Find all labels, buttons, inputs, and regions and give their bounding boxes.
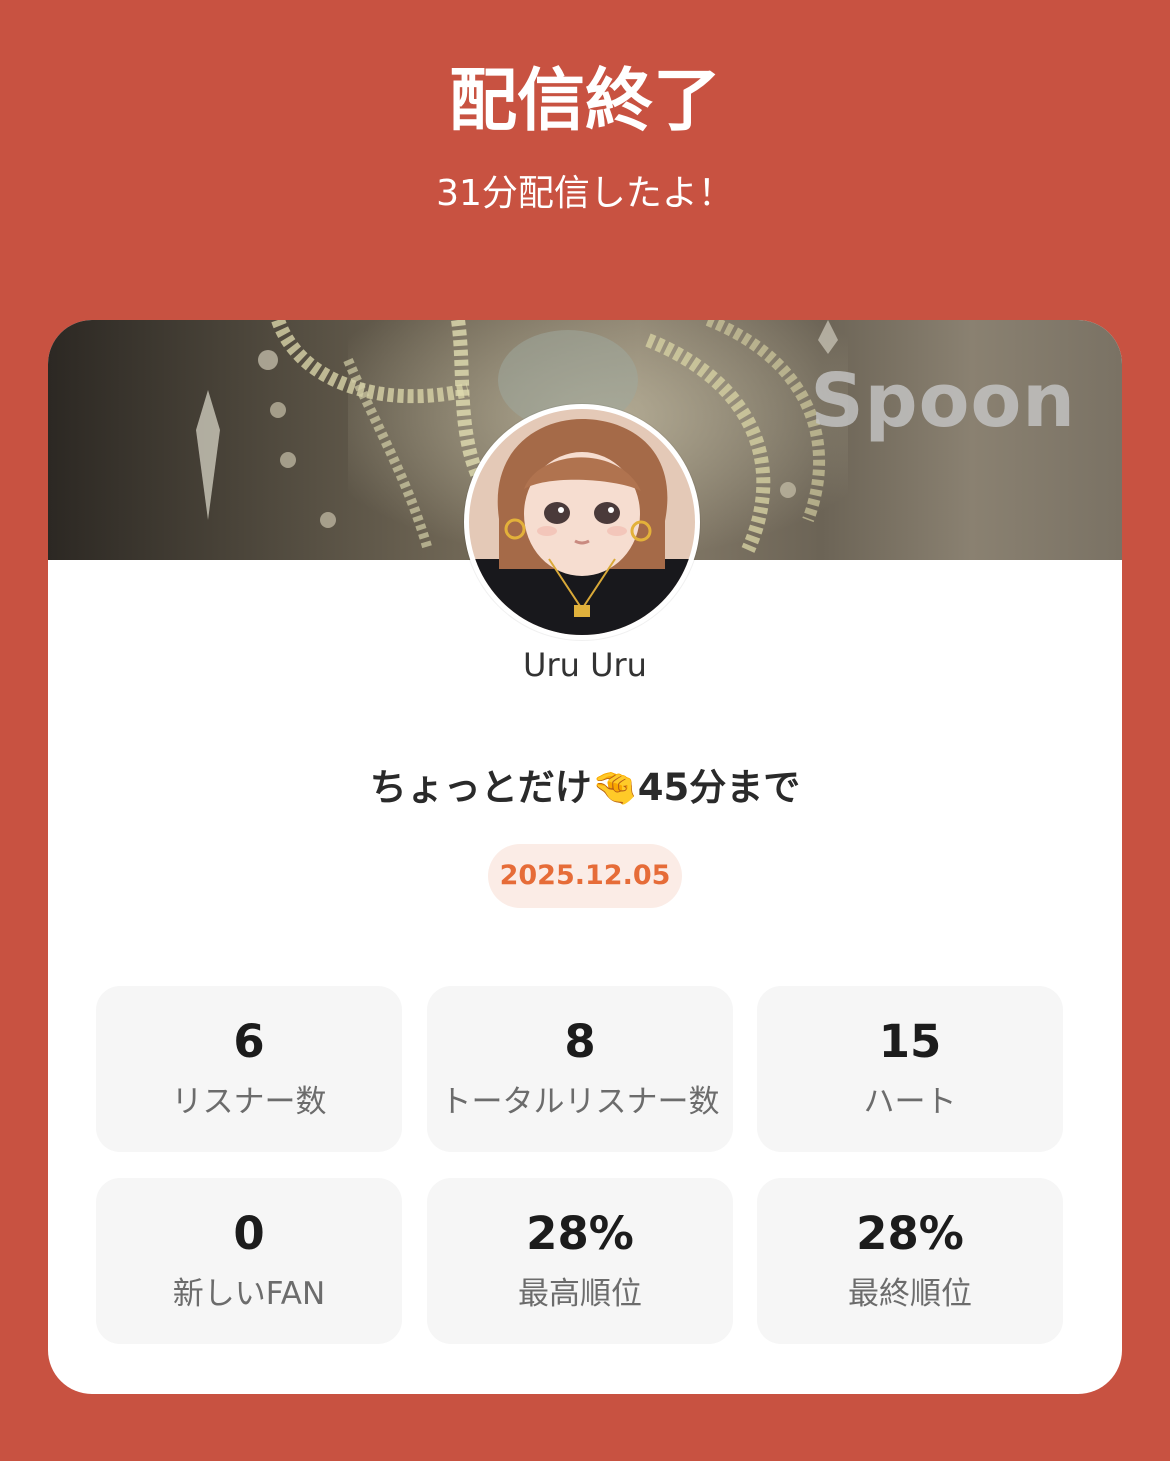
stat-value: 28% [526,1207,634,1260]
stream-title: ちょっとだけ🤏45分まで [369,766,801,809]
avatar[interactable] [464,404,700,640]
stat-hearts: 15 ハート [757,986,1063,1152]
spoon-watermark-logo: Spoon [810,358,1076,444]
avatar-illustration [469,409,695,635]
stat-label: リスナー数 [171,1084,327,1120]
stat-label: 最終順位 [848,1276,972,1312]
stat-label: 最高順位 [518,1276,642,1312]
stat-label: 新しいFAN [172,1276,326,1312]
stat-total-listeners: 8 トータルリスナー数 [427,986,733,1152]
broadcast-duration-text: 31分配信したよ！ [436,173,734,214]
stat-new-fans: 0 新しいFAN [96,1178,402,1344]
stat-label: トータルリスナー数 [440,1084,720,1120]
stat-value: 8 [564,1015,596,1068]
stat-value: 6 [233,1015,265,1068]
page-title: 配信終了 [448,62,721,141]
date-badge: 2025.12.05 [488,844,682,908]
broadcast-summary-card: Spoon Uru Uru ちょっとだけ🤏45分まで 2025.12.05 6 … [48,320,1122,1394]
stat-final-rank: 28% 最終順位 [757,1178,1063,1344]
stat-value: 0 [233,1207,265,1260]
stat-value: 15 [878,1015,942,1068]
username: Uru Uru [523,646,647,684]
stat-value: 28% [856,1207,964,1260]
stat-label: ハート [863,1084,957,1120]
stat-highest-rank: 28% 最高順位 [427,1178,733,1344]
stat-listeners: 6 リスナー数 [96,986,402,1152]
